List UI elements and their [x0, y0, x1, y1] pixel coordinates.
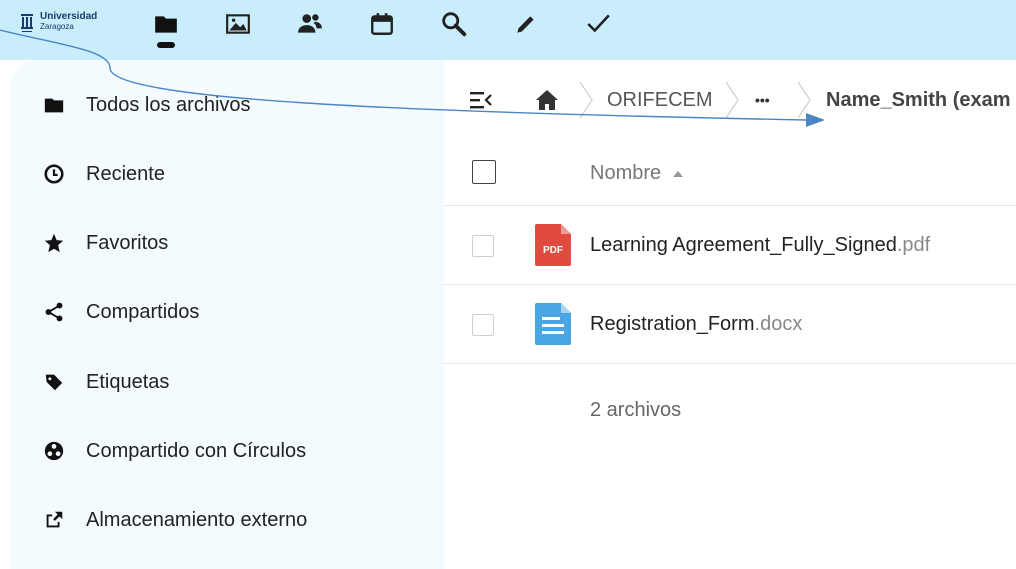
breadcrumb: ORIFECEM ••• Name_Smith (exam — [444, 72, 1016, 128]
sidebar-item-shares[interactable]: Compartidos — [40, 294, 199, 330]
star-icon — [40, 229, 68, 257]
share-icon — [40, 298, 68, 326]
sidebar-item-all-files[interactable]: Todos los archivos — [40, 87, 251, 123]
tasks-app-button[interactable] — [584, 10, 612, 38]
sidebar: Todos los archivos Reciente Favoritos Co… — [10, 60, 444, 569]
photos-app-button[interactable] — [224, 10, 252, 38]
sidebar-item-label: Favoritos — [86, 231, 169, 254]
tag-icon — [40, 368, 68, 396]
column-name-label: Nombre — [590, 162, 662, 184]
top-header: Universidad Zaragoza — [0, 0, 1016, 60]
toggle-navigation-button[interactable] — [470, 72, 492, 128]
breadcrumb-item[interactable]: ORIFECEM — [607, 72, 713, 128]
table-row[interactable]: Registration_Form.docx — [444, 285, 1016, 364]
calendar-icon — [371, 13, 393, 35]
sidebar-item-recent[interactable]: Reciente — [40, 156, 165, 192]
breadcrumb-home[interactable] — [535, 72, 559, 128]
sidebar-item-favorites[interactable]: Favoritos — [40, 225, 168, 261]
clock-icon — [40, 160, 68, 188]
calendar-app-button[interactable] — [368, 10, 396, 38]
sidebar-item-tags[interactable]: Etiquetas — [40, 364, 169, 400]
file-extension: .pdf — [896, 234, 931, 256]
sort-ascending-icon — [673, 170, 684, 177]
sidebar-item-circles[interactable]: Compartido con Círculos — [40, 433, 306, 469]
select-all-checkbox[interactable] — [472, 160, 496, 184]
sidebar-item-external-storage[interactable]: Almacenamiento externo — [40, 502, 307, 538]
document-file-icon — [535, 303, 571, 345]
checkmark-icon — [587, 14, 610, 33]
folder-icon — [155, 16, 177, 33]
university-logo[interactable]: Universidad Zaragoza — [20, 12, 97, 34]
logo-line1: Universidad — [40, 11, 98, 22]
breadcrumb-more-button[interactable]: ••• — [755, 72, 770, 128]
files-app-button[interactable] — [152, 10, 180, 48]
breadcrumb-separator — [797, 81, 811, 119]
breadcrumb-current[interactable]: Name_Smith (exam — [826, 72, 1011, 128]
breadcrumb-current-label: Name_Smith (exam — [826, 88, 1011, 111]
file-count-summary: 2 archivos — [590, 399, 682, 421]
main-content: ORIFECEM ••• Name_Smith (exam Nombre PDF… — [444, 60, 1016, 569]
sidebar-item-label: Reciente — [86, 162, 165, 185]
file-list-header: Nombre — [444, 140, 1016, 206]
image-icon — [226, 14, 250, 34]
file-name[interactable]: Learning Agreement_Fully_Signed.pdf — [590, 234, 930, 257]
collapse-sidebar-icon — [470, 92, 492, 109]
sidebar-item-label: Compartido con Círculos — [86, 439, 307, 462]
file-basename: Registration_Form — [590, 313, 755, 335]
contacts-icon — [298, 14, 322, 33]
sidebar-item-label: Compartidos — [86, 300, 200, 323]
logo-crest-icon — [21, 14, 33, 32]
home-icon — [536, 90, 558, 110]
pdf-file-icon: PDF — [535, 224, 571, 266]
row-checkbox[interactable] — [472, 314, 494, 336]
sidebar-item-label: Etiquetas — [86, 370, 170, 393]
pencil-icon — [517, 16, 534, 33]
pdf-badge: PDF — [543, 245, 563, 256]
sidebar-item-label: Todos los archivos — [86, 93, 251, 116]
breadcrumb-separator — [725, 81, 739, 119]
external-storage-icon — [40, 506, 68, 534]
table-row[interactable]: PDF Learning Agreement_Fully_Signed.pdf — [444, 206, 1016, 285]
active-app-indicator — [157, 42, 175, 48]
search-icon — [442, 12, 467, 37]
logo-line2: Zaragoza — [40, 22, 74, 31]
search-app-button[interactable] — [440, 10, 468, 38]
more-icon: ••• — [755, 92, 770, 108]
column-name-header[interactable]: Nombre — [590, 162, 684, 185]
file-basename: Learning Agreement_Fully_Signed — [590, 234, 897, 256]
row-checkbox[interactable] — [472, 235, 494, 257]
file-name[interactable]: Registration_Form.docx — [590, 313, 802, 336]
circles-icon — [40, 437, 68, 465]
breadcrumb-item-label: ORIFECEM — [607, 88, 713, 111]
notes-app-button[interactable] — [512, 10, 540, 38]
contacts-app-button[interactable] — [296, 10, 324, 38]
breadcrumb-separator — [579, 81, 593, 119]
file-extension: .docx — [754, 313, 803, 335]
sidebar-item-label: Almacenamiento externo — [86, 508, 308, 531]
folder-icon — [40, 91, 68, 119]
